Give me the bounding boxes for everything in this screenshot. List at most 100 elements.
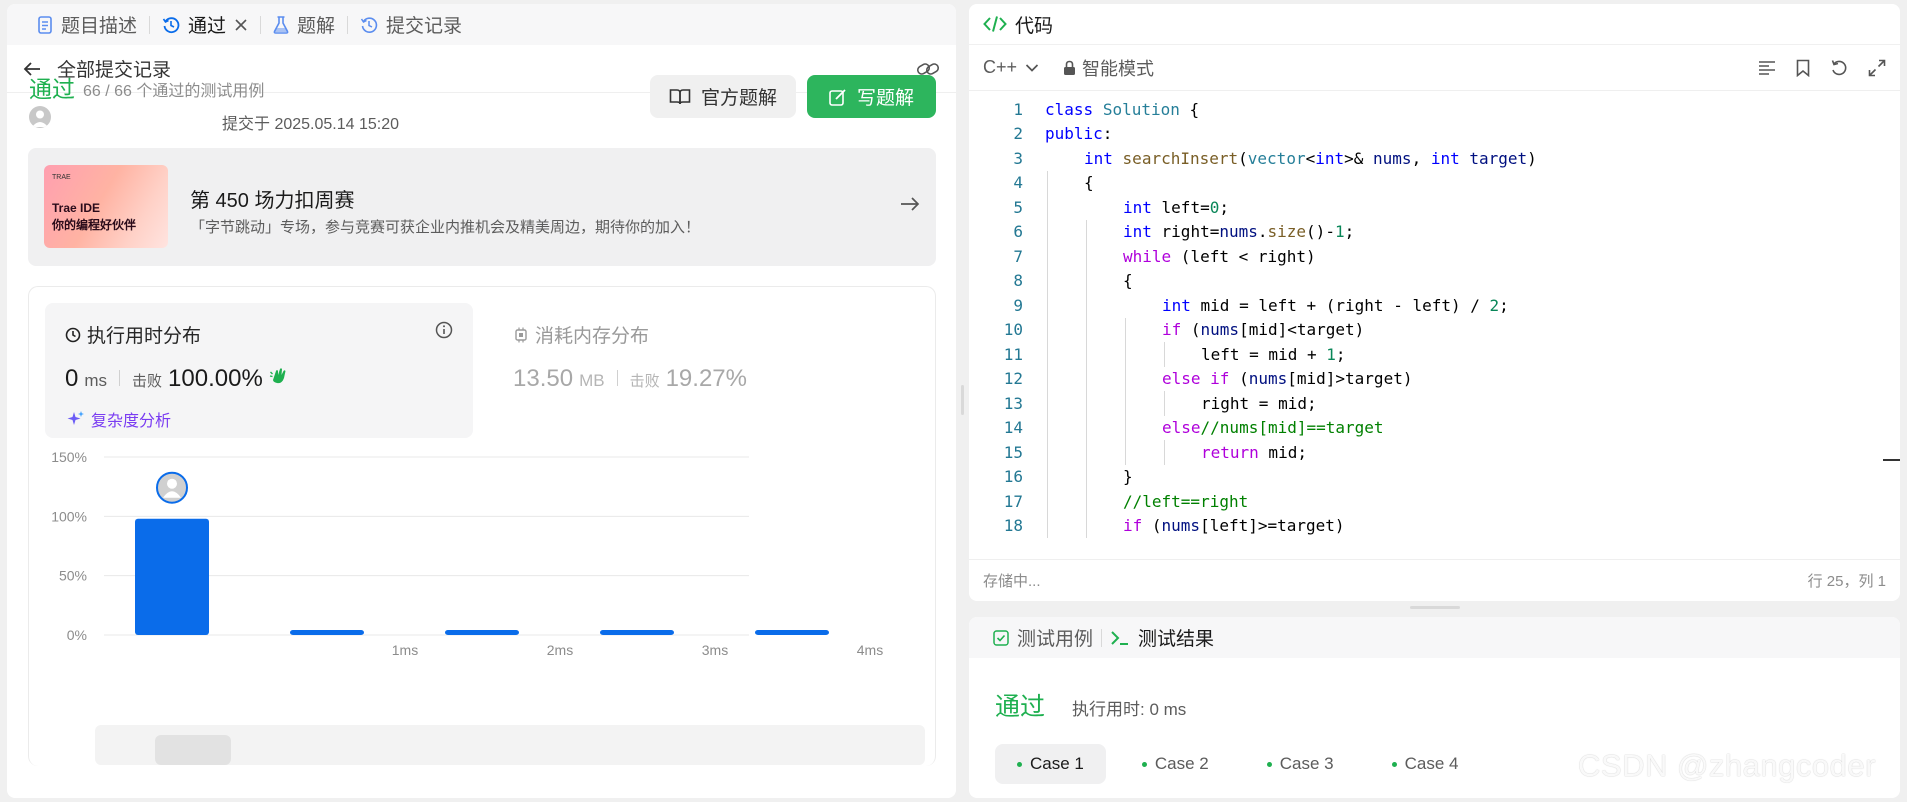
vertical-resize-handle[interactable] (961, 385, 964, 415)
expand-icon[interactable] (1868, 59, 1886, 77)
line-number: 16 (1003, 467, 1023, 487)
code-line[interactable]: 10 if (nums[mid]<target) (969, 318, 1900, 343)
complexity-analysis-link[interactable]: 复杂度分析 (67, 407, 171, 431)
y-tick-label: 50% (59, 568, 87, 584)
code-footer: 存储中... 行 25，列 1 (969, 559, 1900, 601)
chart-bar[interactable] (135, 518, 209, 635)
checkbox-icon (993, 629, 1009, 646)
close-icon[interactable] (234, 18, 248, 32)
runtime-distribution-box[interactable]: 执行用时分布 0 ms 击败 100.00% 复杂度分析 (45, 303, 473, 438)
indent-guide (1164, 440, 1165, 465)
code-text: if (nums[left]>=target) (1123, 516, 1345, 536)
case-label: Case 4 (1404, 754, 1459, 773)
line-number: 9 (1013, 295, 1023, 315)
chart-bar[interactable] (445, 630, 519, 635)
tab-description[interactable]: 题目描述 (25, 4, 149, 45)
banner-image: TRAE Trae IDE 你的编程好伙伴 (44, 165, 168, 248)
tab-test-result[interactable]: 测试结果 (1102, 624, 1222, 651)
code-line[interactable]: 13 right = mid; (969, 391, 1900, 416)
code-line[interactable]: 17 //left==right (969, 489, 1900, 514)
arrow-right-icon[interactable] (900, 196, 920, 212)
chart-bar[interactable] (600, 630, 674, 635)
code-line[interactable]: 12 else if (nums[mid]>target) (969, 367, 1900, 392)
case-tab-3[interactable]: Case 3 (1245, 744, 1356, 784)
code-text: else if (nums[mid]>target) (1162, 369, 1413, 389)
runtime-unit: ms (84, 371, 108, 390)
smart-mode-toggle[interactable]: 智能模式 (1063, 55, 1154, 81)
chart-bar[interactable] (290, 630, 364, 635)
info-icon[interactable] (435, 321, 453, 339)
case-tabs: Case 1 Case 2 Case 3 Case 4 (995, 744, 1481, 784)
line-number: 3 (1013, 148, 1023, 168)
edit-icon (829, 88, 847, 106)
code-line[interactable]: 8{ (969, 269, 1900, 294)
code-line[interactable]: 18 if (nums[left]>=target) (969, 514, 1900, 539)
banner-description: 「字节跳动」专场，参与竞赛可获企业内推机会及精美周边，期待你的加入！ (190, 219, 701, 236)
contest-banner[interactable]: TRAE Trae IDE 你的编程好伙伴 第 450 场力扣周赛 「字节跳动」… (28, 148, 936, 266)
tab-accepted[interactable]: 通过 (150, 4, 260, 45)
bookmark-icon[interactable] (1796, 59, 1810, 77)
line-number: 5 (1013, 197, 1023, 217)
code-line[interactable]: 4{ (969, 171, 1900, 196)
save-status: 存储中... (983, 573, 1041, 590)
line-number: 8 (1013, 271, 1023, 291)
code-text: int searchInsert(vector<int>& nums, int … (1084, 148, 1537, 168)
line-number: 11 (1003, 344, 1023, 364)
result-runtime: 执行用时: 0 ms (1072, 700, 1187, 719)
divider (616, 370, 618, 386)
case-label: Case 2 (1154, 754, 1209, 773)
code-text: } (1123, 467, 1133, 487)
memory-title[interactable]: 消耗内存分布 (513, 321, 649, 348)
code-line[interactable]: 11 left = mid + 1; (969, 342, 1900, 367)
book-icon (669, 88, 691, 106)
code-line[interactable]: 16} (969, 465, 1900, 490)
code-text: //left==right (1123, 491, 1249, 511)
code-line[interactable]: 2 public: (969, 122, 1900, 147)
banner-title: 第 450 场力扣周赛 (190, 190, 355, 212)
runtime-distribution-chart: 0% 50% 100% 150% 1ms 2ms 3ms 4ms (51, 449, 883, 658)
scrollbar-marker[interactable] (1883, 459, 1900, 461)
code-line[interactable]: 1 class Solution { (969, 97, 1900, 122)
language-select[interactable]: C++ (983, 57, 1039, 78)
chart-bar[interactable] (755, 630, 829, 635)
code-title: 代码 (1015, 15, 1054, 37)
avatar[interactable] (29, 106, 51, 128)
official-solution-button[interactable]: 官方题解 (650, 75, 796, 118)
indent-guide (1164, 342, 1165, 367)
horizontal-resize-handle[interactable] (1410, 606, 1460, 609)
tab-test-result-label: 测试结果 (1138, 629, 1215, 650)
code-line[interactable]: 15 return mid; (969, 440, 1900, 465)
tab-accepted-label: 通过 (188, 16, 227, 37)
code-line[interactable]: 5 int left=0; (969, 195, 1900, 220)
code-line[interactable]: 6 int right=nums.size()-1; (969, 220, 1900, 245)
line-number: 12 (1003, 369, 1023, 389)
code-text: left = mid + 1; (1201, 344, 1346, 364)
y-tick-label: 150% (51, 449, 87, 465)
tab-description-label: 题目描述 (61, 16, 138, 37)
code-editor[interactable]: 1 class Solution {2 public: 3 int searchInse… (969, 91, 1900, 555)
code-line[interactable]: 3 int searchInsert(vector<int>& nums, int… (969, 146, 1900, 171)
y-tick-label: 100% (51, 508, 87, 524)
code-line[interactable]: 14 else//nums[mid]==target (969, 416, 1900, 441)
sparkle-icon (67, 410, 85, 428)
case-tab-2[interactable]: Case 2 (1120, 744, 1231, 784)
tab-solutions-label: 题解 (297, 16, 336, 37)
code-header: 代码 (969, 4, 1900, 45)
code-line[interactable]: 7 while (left < right) (969, 244, 1900, 269)
tab-testcases[interactable]: 测试用例 (985, 624, 1101, 651)
code-line[interactable]: 9 int mid = left + (right - left) / 2; (969, 293, 1900, 318)
reset-icon[interactable] (1830, 59, 1848, 77)
case-tab-4[interactable]: Case 4 (1370, 744, 1481, 784)
left-tabbar: 题目描述 通过 题解 提交记录 (7, 4, 956, 45)
tab-solutions[interactable]: 题解 (261, 4, 347, 45)
tab-submissions[interactable]: 提交记录 (348, 4, 474, 45)
format-icon[interactable] (1758, 60, 1776, 76)
write-solution-button[interactable]: 写题解 (807, 75, 936, 118)
passed-testcases-count: 66 / 66 个通过的测试用例 (83, 83, 265, 100)
x-tick-label: 2ms (547, 642, 573, 658)
banner-image-logo: TRAE (52, 174, 71, 181)
code-icon (983, 15, 1007, 33)
case-tab-1[interactable]: Case 1 (995, 744, 1106, 784)
line-number: 6 (1013, 222, 1023, 242)
code-toolbar: C++ 智能模式 (969, 45, 1900, 91)
